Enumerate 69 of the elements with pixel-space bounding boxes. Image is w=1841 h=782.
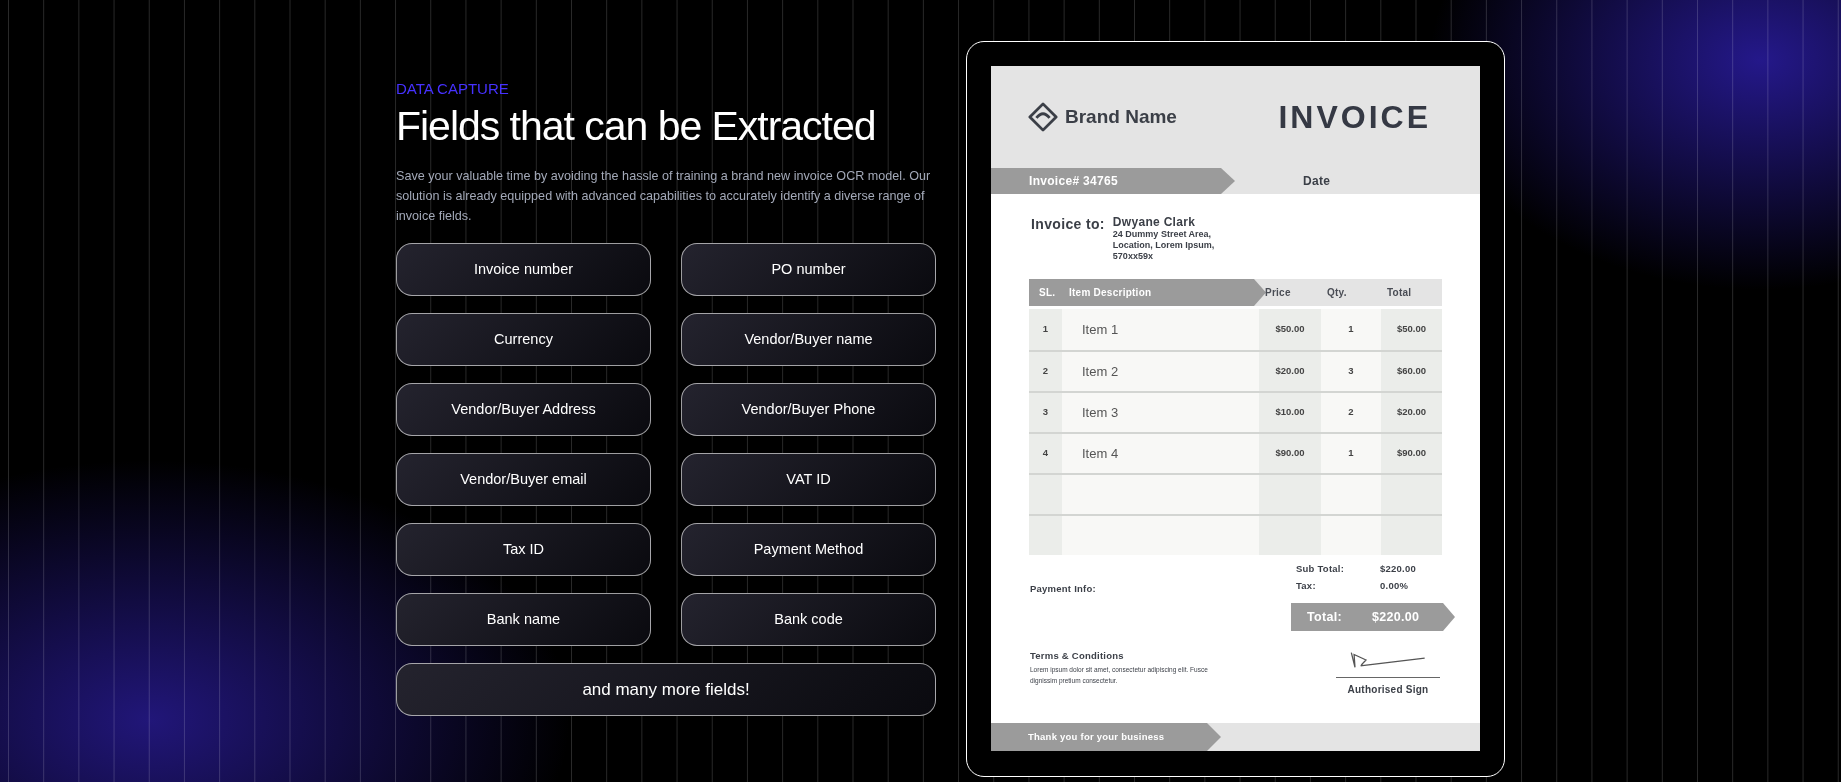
table-cell: $20.00 xyxy=(1259,352,1321,391)
diamond-logo-icon xyxy=(1028,102,1058,132)
table-cell xyxy=(1029,516,1062,555)
table-cell xyxy=(1321,475,1381,514)
table-cell: 1 xyxy=(1029,309,1062,350)
description-text: Save your valuable time by avoiding the hassle of training a brand new invoice OCR model. Our solution is already equipped with advanced capabilities to accurately identify a diverse range of invoice fields. xyxy=(396,168,932,225)
bill-to-label: Invoice to: xyxy=(1031,215,1105,234)
total-label: Tax: xyxy=(1296,579,1317,594)
table-cell: $20.00 xyxy=(1381,393,1442,432)
field-chip[interactable]: Vendor/Buyer name xyxy=(681,313,936,366)
field-chip[interactable]: and many more fields! xyxy=(396,663,936,716)
column-header: Total xyxy=(1386,286,1413,300)
date-label: Date xyxy=(1303,173,1331,190)
table-cell: 2 xyxy=(1321,393,1381,432)
field-chip[interactable]: Vendor/Buyer email xyxy=(396,453,651,506)
field-chip[interactable]: Bank name xyxy=(396,593,651,646)
table-cell: 1 xyxy=(1321,434,1381,473)
column-header: SL. xyxy=(1038,286,1057,300)
customer-name: Dwyane Clark xyxy=(1112,215,1197,229)
column-header: Qty. xyxy=(1326,286,1348,300)
total-label: Sub Total: xyxy=(1296,562,1346,577)
invoice-number-banner: Invoice# 34765 xyxy=(991,168,1235,194)
signature-label: Authorised Sign xyxy=(1347,683,1429,697)
table-cell: 1 xyxy=(1321,309,1381,350)
table-cell: 4 xyxy=(1029,434,1062,473)
section-title: Fields that can be Extracted xyxy=(396,101,877,151)
terms-title: Terms & Conditions xyxy=(1030,649,1125,663)
table-cell: 3 xyxy=(1029,393,1062,432)
table-cell: $50.00 xyxy=(1259,309,1321,350)
grand-total-label: Total: xyxy=(1307,608,1342,626)
field-chip[interactable]: Bank code xyxy=(681,593,936,646)
field-chip[interactable]: PO number xyxy=(681,243,936,296)
table-cell xyxy=(1029,475,1062,514)
field-chip[interactable]: Payment Method xyxy=(681,523,936,576)
table-cell xyxy=(1381,475,1442,514)
address-line: Location, Lorem Ipsum, xyxy=(1112,240,1215,251)
table-cell: $90.00 xyxy=(1381,434,1442,473)
column-header: Item Description xyxy=(1068,286,1153,300)
field-chip[interactable]: Tax ID xyxy=(396,523,651,576)
table-cell: Item 3 xyxy=(1062,393,1259,432)
total-value: $220.00 xyxy=(1380,562,1416,577)
total-value: 0.00% xyxy=(1380,579,1409,594)
table-cell: $60.00 xyxy=(1381,352,1442,391)
grand-total-value: $220.00 xyxy=(1371,608,1420,626)
address-line: 570xx59x xyxy=(1112,251,1154,262)
table-cell: Item 2 xyxy=(1062,352,1259,391)
table-cell: 2 xyxy=(1029,352,1062,391)
table-cell: 3 xyxy=(1321,352,1381,391)
invoice-heading: INVOICE xyxy=(1278,98,1431,137)
table-cell: $50.00 xyxy=(1381,309,1442,350)
column-header: Price xyxy=(1264,286,1292,300)
table-cell: Item 1 xyxy=(1062,309,1259,350)
field-chip[interactable]: VAT ID xyxy=(681,453,936,506)
field-chip[interactable]: Currency xyxy=(396,313,651,366)
table-cell xyxy=(1381,516,1442,555)
field-chip[interactable]: Invoice number xyxy=(396,243,651,296)
table-cell xyxy=(1321,516,1381,555)
table-cell xyxy=(1259,475,1321,514)
brand-name: Brand Name xyxy=(1065,104,1177,129)
table-cell: Item 4 xyxy=(1062,434,1259,473)
field-chip[interactable]: Vendor/Buyer Address xyxy=(396,383,651,436)
payment-info-label: Payment Info: xyxy=(1030,582,1096,596)
table-cell xyxy=(1259,516,1321,555)
table-cell: $10.00 xyxy=(1259,393,1321,432)
address-line: 24 Dummy Street Area, xyxy=(1112,229,1213,240)
footer-banner: Thank you for your business xyxy=(991,723,1221,751)
table-cell: $90.00 xyxy=(1259,434,1321,473)
section-label: DATA CAPTURE xyxy=(396,80,510,99)
field-chip[interactable]: Vendor/Buyer Phone xyxy=(681,383,936,436)
